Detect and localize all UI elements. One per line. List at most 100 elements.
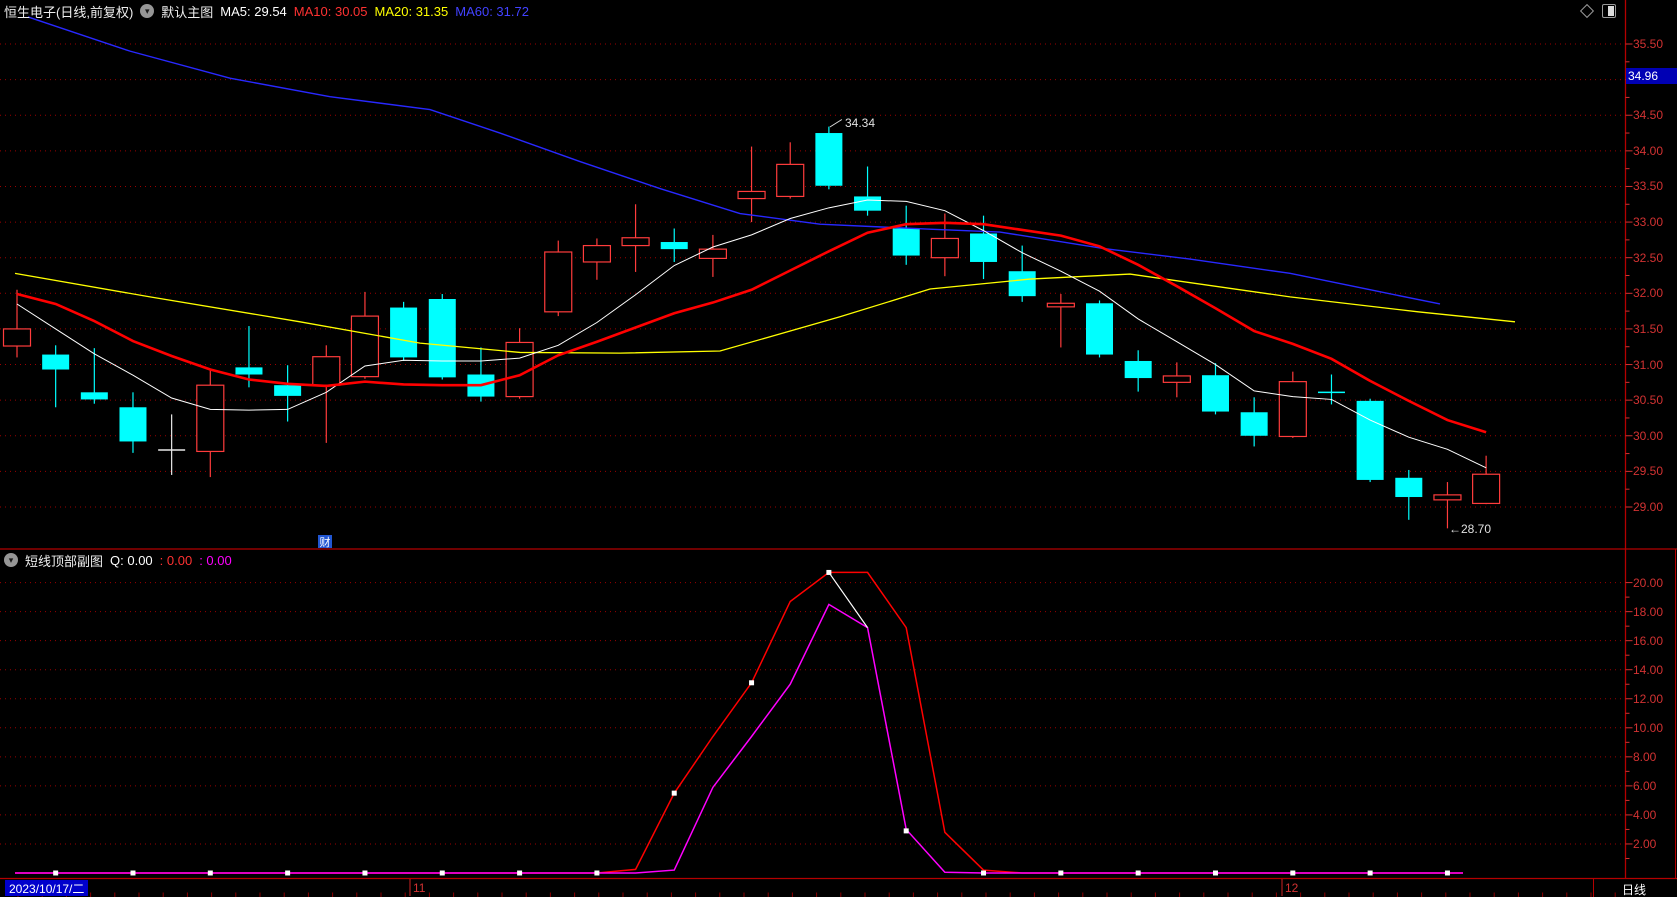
price-axis-label: 33.00 (1633, 215, 1664, 230)
header-tools (1579, 0, 1616, 22)
indicator-marker (1135, 870, 1141, 876)
indicator-axis-label: 6.00 (1633, 778, 1657, 793)
candle-body (1201, 375, 1229, 412)
candle-body (42, 354, 70, 370)
indicator-marker (749, 680, 755, 686)
candle-body (1124, 360, 1152, 379)
price-axis-label: 33.50 (1633, 179, 1664, 194)
indicator-marker (1444, 870, 1450, 876)
indicator-value-3: : 0.00 (199, 552, 232, 568)
layout-selector[interactable]: 默认主图 (161, 2, 213, 21)
candle-body (1356, 400, 1384, 480)
sub-plot-area[interactable] (0, 550, 1622, 878)
candle-body (274, 385, 302, 396)
ma5-legend: MA5: 29.54 (220, 3, 287, 19)
price-axis-label: 31.00 (1633, 357, 1664, 372)
indicator-marker (1290, 870, 1296, 876)
indicator-marker (1367, 870, 1373, 876)
candle-body (1240, 412, 1268, 436)
price-axis-label: 30.00 (1633, 428, 1664, 443)
candle-body (930, 237, 959, 259)
candle-body (350, 315, 380, 378)
main-chart-header: 恒生电子(日线,前复权) ▾ 默认主图 MA5: 29.54 MA10: 30.… (4, 0, 529, 22)
indicator-marker (903, 828, 909, 834)
diamond-icon[interactable] (1579, 3, 1595, 19)
candle-body (698, 248, 727, 260)
chart-canvas (0, 0, 1677, 897)
candle-body (660, 242, 688, 250)
indicator-axis-label: 4.00 (1633, 807, 1657, 822)
candle-body (1162, 375, 1191, 383)
price-axis-label: 29.50 (1633, 464, 1664, 479)
candle-body (1278, 381, 1307, 438)
price-axis-label: 29.00 (1633, 499, 1664, 514)
ma20-legend: MA20: 31.35 (374, 3, 449, 19)
period-selector[interactable]: 日线 (1594, 881, 1674, 897)
candle-body (119, 407, 147, 442)
price-tag: 34.96 (1626, 68, 1677, 84)
price-axis-label: 32.00 (1633, 286, 1664, 301)
indicator-marker (981, 870, 987, 876)
candle-body (1317, 391, 1345, 394)
candle-body (390, 307, 418, 358)
candle-body (312, 356, 341, 386)
price-axis-label: 34.00 (1633, 143, 1664, 158)
candle-body (621, 237, 650, 247)
indicator-marker (130, 870, 136, 876)
high-annotation: 34.34 (845, 116, 876, 130)
date-tag: 2023/10/17/二 (5, 880, 89, 896)
candle-body (1086, 303, 1114, 355)
indicator-marker (671, 790, 677, 796)
indicator-marker (1212, 870, 1218, 876)
candle-body (1008, 271, 1036, 297)
trading-terminal: 恒生电子(日线,前复权) ▾ 默认主图 MA5: 29.54 MA10: 30.… (0, 0, 1677, 897)
candle-body (1395, 477, 1423, 498)
indicator-marker (207, 870, 213, 876)
indicator-axis-label: 16.00 (1633, 633, 1664, 648)
candle-body (1046, 302, 1075, 308)
indicator-marker (53, 870, 59, 876)
price-axis-label: 30.50 (1633, 393, 1664, 408)
indicator-name: 短线顶部副图 (25, 553, 104, 569)
candle-body (892, 228, 920, 256)
ma10-legend: MA10: 30.05 (293, 3, 368, 19)
candle-body (1433, 494, 1462, 501)
indicator-marker (362, 870, 368, 876)
candle-body (1472, 473, 1501, 505)
low-annotation: ←28.70 (1449, 522, 1492, 536)
chevron-down-circle-icon[interactable]: ▾ (140, 4, 155, 18)
month-label-11: 11 (413, 881, 426, 895)
indicator-axis-label: 12.00 (1633, 691, 1664, 706)
candle-body (970, 233, 998, 262)
indicator-value-2: : 0.00 (159, 552, 193, 568)
stock-title: 恒生电子(日线,前复权) (4, 4, 134, 20)
signal-badge: 财 (318, 535, 332, 549)
candle-body (815, 133, 843, 186)
chevron-down-circle-icon[interactable]: ▾ (4, 553, 18, 567)
indicator-axis-label: 14.00 (1633, 662, 1664, 677)
indicator-marker (439, 870, 445, 876)
price-axis-label: 35.50 (1633, 37, 1664, 51)
candle-body (544, 251, 573, 313)
candle-body (737, 190, 766, 200)
indicator-axis-label: 10.00 (1633, 720, 1664, 735)
indicator-marker (826, 569, 832, 575)
candle-body (196, 384, 225, 453)
panel-layout-icon[interactable] (1602, 4, 1616, 18)
sub-chart-header: ▾ 短线顶部副图 Q: 0.00 : 0.00 : 0.00 (4, 551, 232, 569)
indicator-marker (1058, 870, 1064, 876)
indicator-axis-label: 8.00 (1633, 749, 1657, 764)
indicator-axis-label: 18.00 (1633, 604, 1664, 619)
indicator-marker (594, 870, 600, 876)
price-axis-label: 31.50 (1633, 321, 1664, 336)
candle-body (2, 328, 32, 347)
indicator-value-q: Q: 0.00 (110, 552, 153, 568)
ma60-legend: MA60: 31.72 (455, 3, 529, 19)
candle-body (80, 392, 108, 400)
price-axis-label: 32.50 (1633, 250, 1664, 265)
indicator-axis-label: 2.00 (1633, 836, 1657, 851)
price-axis-label: 34.50 (1633, 108, 1664, 123)
candle-body (776, 163, 805, 198)
month-label-12: 12 (1285, 881, 1299, 895)
candle-body (854, 196, 882, 211)
